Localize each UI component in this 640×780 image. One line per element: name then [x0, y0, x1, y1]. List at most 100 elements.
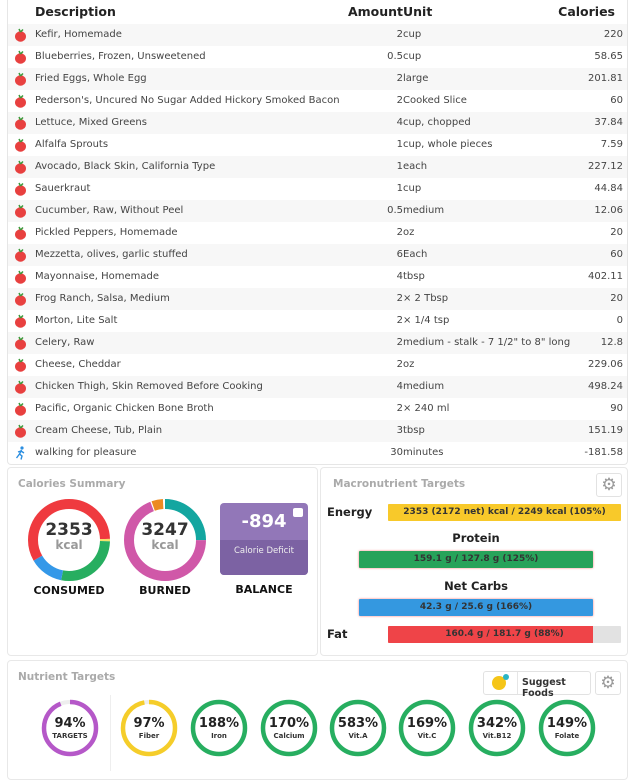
row-amount[interactable]: 30 [390, 442, 403, 464]
table-row[interactable]: Mayonnaise, Homemade 4 tbsp 402.11 [8, 266, 627, 288]
table-row[interactable]: Cream Cheese, Tub, Plain 3 tbsp 151.19 [8, 420, 627, 442]
row-unit[interactable]: cup [403, 46, 421, 68]
apple-icon [15, 380, 26, 394]
row-description[interactable]: Cream Cheese, Tub, Plain [35, 420, 162, 442]
suggest-foods-button[interactable]: Suggest Foods [483, 671, 591, 699]
row-unit[interactable]: × 1/4 tsp [403, 310, 449, 332]
row-description[interactable]: Mayonnaise, Homemade [35, 266, 159, 288]
table-row[interactable]: Pacific, Organic Chicken Bone Broth 2 × 24… [8, 398, 627, 420]
table-row[interactable]: Kefir, Homemade 2 cup 220 [8, 24, 627, 46]
table-row[interactable]: Pederson's, Uncured No Sugar Added Hicko… [8, 90, 627, 112]
row-unit[interactable]: medium [403, 376, 444, 398]
nutrient-percent: 94% [54, 716, 86, 731]
row-unit[interactable]: minutes [403, 442, 443, 464]
table-row[interactable]: Cucumber, Raw, Without Peel 0.5 medium 12.0… [8, 200, 627, 222]
nutrient-settings-gear-icon[interactable]: ⚙ [595, 671, 621, 695]
row-unit[interactable]: Cooked Slice [403, 90, 467, 112]
table-row[interactable]: Frog Ranch, Salsa, Medium 2 × 2 Tbsp 20 [8, 288, 627, 310]
table-row[interactable]: Cheese, Cheddar 2 oz 229.06 [8, 354, 627, 376]
header-calories[interactable]: Calories [558, 0, 615, 24]
row-description[interactable]: Sauerkraut [35, 178, 90, 200]
nutrient-percent: 342% [476, 716, 518, 731]
header-description[interactable]: Description [35, 0, 116, 24]
row-description[interactable]: Alfalfa Sprouts [35, 134, 108, 156]
table-row[interactable]: Lettuce, Mixed Greens 4 cup, chopped 37.84 [8, 112, 627, 134]
row-unit[interactable]: cup [403, 178, 421, 200]
energy-bar: 2353 (2172 net) kcal / 2249 kcal (105%) [388, 504, 621, 521]
row-calories: 60 [610, 249, 623, 260]
table-row[interactable]: Sauerkraut 1 cup 44.84 [8, 178, 627, 200]
row-unit[interactable]: medium - stalk - 7 1/2" to 8" long [403, 332, 570, 354]
nutrient-target-vita[interactable]: 583% Vit.A [329, 699, 387, 757]
row-description[interactable]: Celery, Raw [35, 332, 95, 354]
row-calories: 60 [610, 95, 623, 106]
row-description[interactable]: Lettuce, Mixed Greens [35, 112, 147, 134]
header-amount[interactable]: Amount [348, 0, 403, 24]
apple-icon [15, 138, 26, 152]
row-calories: 201.81 [588, 73, 623, 84]
nutrient-target-folate[interactable]: 149% Folate [538, 699, 596, 757]
nutrient-target-vitb12[interactable]: 342% Vit.B12 [468, 699, 526, 757]
row-calories: 12.06 [594, 205, 623, 216]
row-description[interactable]: Fried Eggs, Whole Egg [35, 68, 147, 90]
table-row[interactable]: Pickled Peppers, Homemade 2 oz 20 [8, 222, 627, 244]
row-calories: 37.84 [594, 117, 623, 128]
table-row[interactable]: Mezzetta, olives, garlic stuffed 6 Each 60 [8, 244, 627, 266]
table-row[interactable]: walking for pleasure 30 minutes -181.58 [8, 442, 627, 464]
table-row[interactable]: Blueberries, Frozen, Unsweetened 0.5 cup 58… [8, 46, 627, 68]
row-unit[interactable]: medium [403, 200, 444, 222]
row-description[interactable]: Kefir, Homemade [35, 24, 122, 46]
header-unit[interactable]: Unit [403, 0, 432, 24]
row-description[interactable]: Morton, Lite Salt [35, 310, 117, 332]
row-description[interactable]: Pacific, Organic Chicken Bone Broth [35, 398, 214, 420]
apple-icon [15, 270, 26, 284]
row-unit[interactable]: cup, chopped [403, 112, 471, 134]
row-unit[interactable]: large [403, 68, 428, 90]
row-description[interactable]: Mezzetta, olives, garlic stuffed [35, 244, 188, 266]
balance-card[interactable]: -894 Calorie Deficit [220, 503, 308, 575]
fat-label: Fat [327, 627, 348, 641]
nutrient-target-calcium[interactable]: 170% Calcium [260, 699, 318, 757]
table-row[interactable]: Avocado, Black Skin, California Type 1 eac… [8, 156, 627, 178]
apple-icon [15, 72, 26, 86]
nutrient-target-iron[interactable]: 188% Iron [190, 699, 248, 757]
table-row[interactable]: Celery, Raw 2 medium - stalk - 7 1/2" to 8… [8, 332, 627, 354]
row-unit[interactable]: oz [403, 354, 414, 376]
macro-settings-gear-icon[interactable]: ⚙ [596, 473, 622, 497]
row-description[interactable]: Blueberries, Frozen, Unsweetened [35, 46, 206, 68]
row-unit[interactable]: tbsp [403, 420, 425, 442]
row-amount[interactable]: 0.5 [387, 46, 403, 68]
row-description[interactable]: Cheese, Cheddar [35, 354, 121, 376]
nutrient-target-fiber[interactable]: 97% Fiber [120, 699, 178, 757]
nutrient-target-vitc[interactable]: 169% Vit.C [398, 699, 456, 757]
nutrient-name: Vit.B12 [482, 732, 512, 740]
nutrient-percent: 169% [406, 716, 448, 731]
row-description[interactable]: Avocado, Black Skin, California Type [35, 156, 215, 178]
row-calories: 220 [603, 29, 623, 40]
row-description[interactable]: Frog Ranch, Salsa, Medium [35, 288, 170, 310]
row-description[interactable]: Pederson's, Uncured No Sugar Added Hicko… [35, 90, 340, 112]
row-unit[interactable]: each [403, 156, 427, 178]
row-amount[interactable]: 0.5 [387, 200, 403, 222]
table-row[interactable]: Alfalfa Sprouts 1 cup, whole pieces 7.59 [8, 134, 627, 156]
table-row[interactable]: Fried Eggs, Whole Egg 2 large 201.81 [8, 68, 627, 90]
row-calories: 20 [610, 227, 623, 238]
row-description[interactable]: Chicken Thigh, Skin Removed Before Cooki… [35, 376, 263, 398]
table-row[interactable]: Chicken Thigh, Skin Removed Before Cooki… [8, 376, 627, 398]
balance-caption: Calorie Deficit [220, 540, 308, 575]
nutrient-target-targets[interactable]: 94% TARGETS [41, 699, 99, 757]
nutrient-name: Iron [211, 732, 227, 740]
row-description[interactable]: Cucumber, Raw, Without Peel [35, 200, 183, 222]
row-unit[interactable]: oz [403, 222, 414, 244]
row-unit[interactable]: Each [403, 244, 427, 266]
scale-icon [293, 508, 303, 517]
row-unit[interactable]: tbsp [403, 266, 425, 288]
table-row[interactable]: Morton, Lite Salt 2 × 1/4 tsp 0 [8, 310, 627, 332]
net-carbs-label: Net Carbs [444, 579, 508, 593]
row-unit[interactable]: × 240 ml [403, 398, 449, 420]
row-description[interactable]: walking for pleasure [35, 442, 136, 464]
row-unit[interactable]: × 2 Tbsp [403, 288, 448, 310]
row-description[interactable]: Pickled Peppers, Homemade [35, 222, 178, 244]
row-unit[interactable]: cup [403, 24, 421, 46]
row-unit[interactable]: cup, whole pieces [403, 134, 492, 156]
